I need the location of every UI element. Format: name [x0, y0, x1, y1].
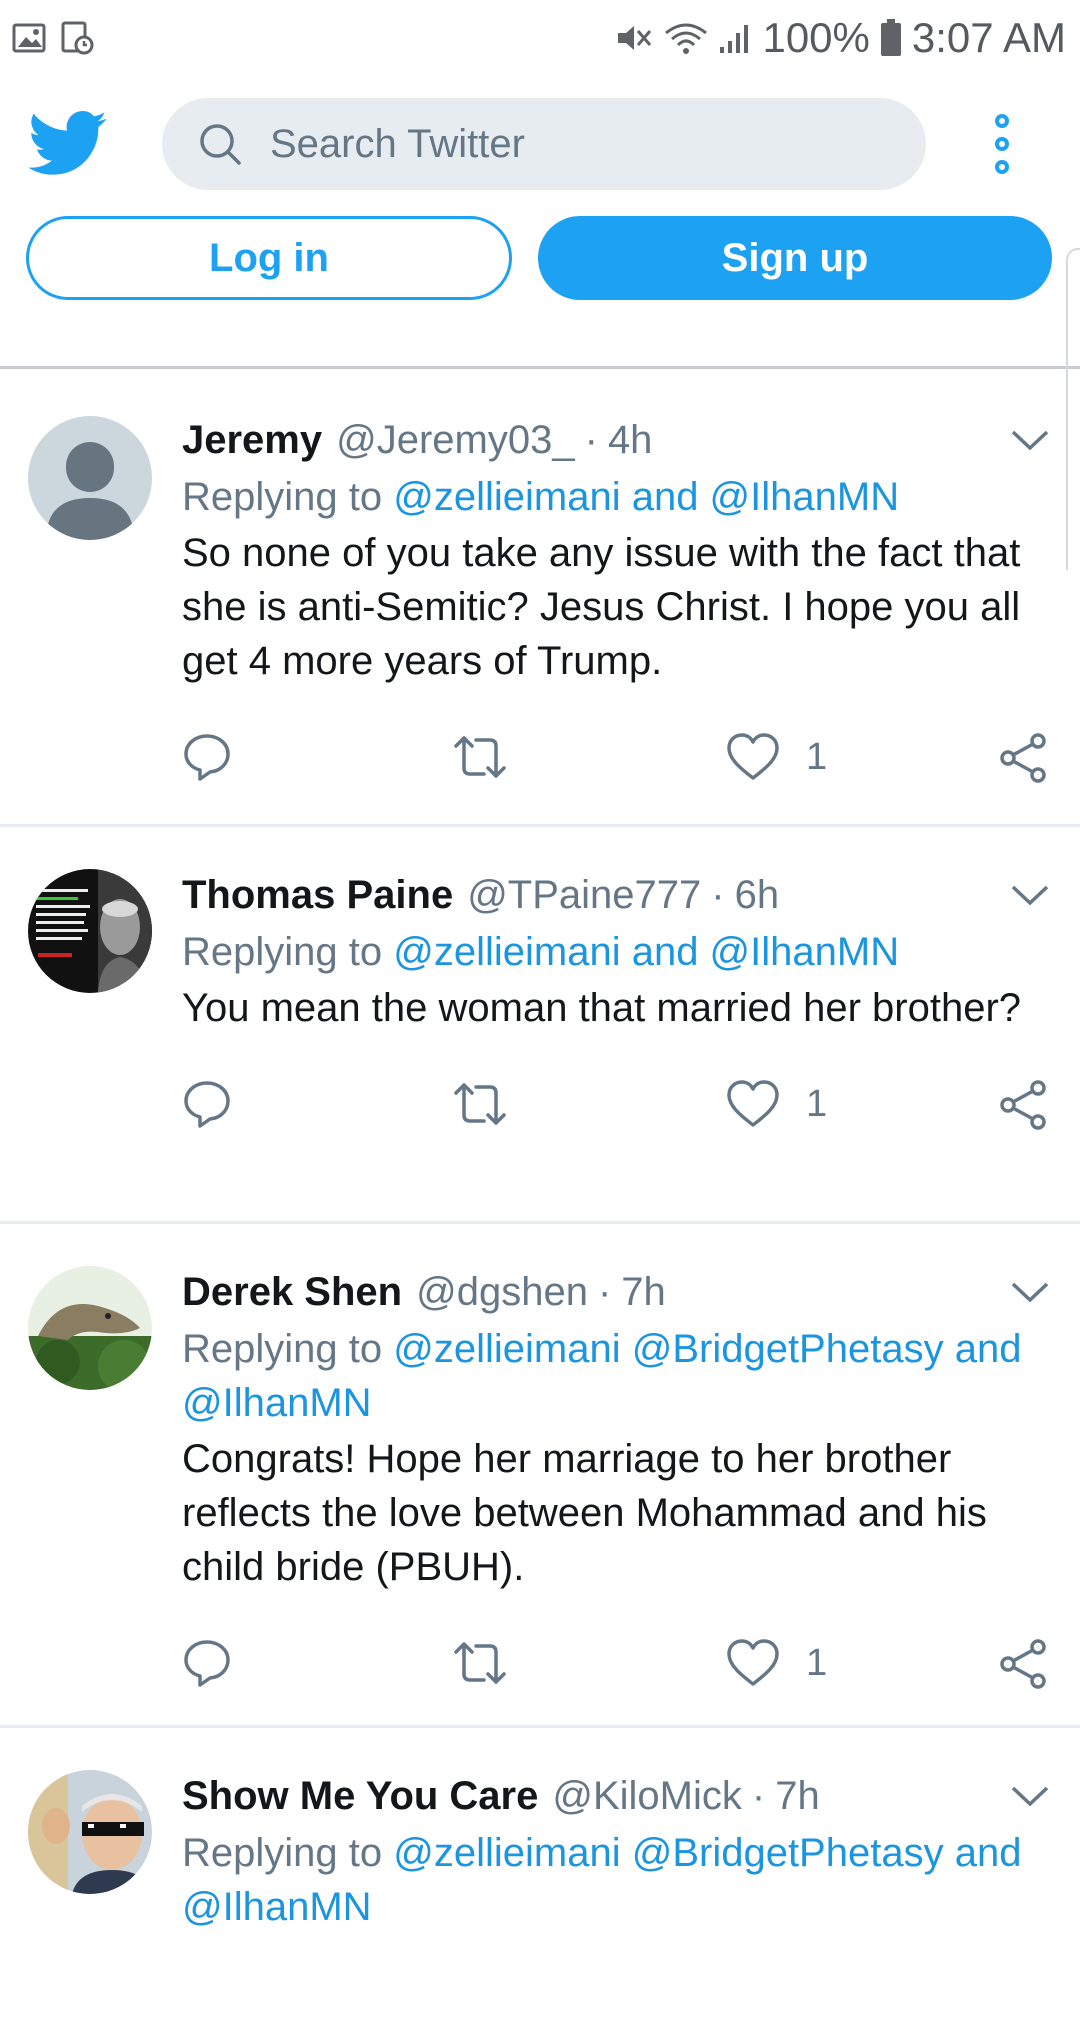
- reply-button[interactable]: [182, 732, 232, 782]
- battery-percent: 100%: [762, 14, 870, 61]
- share-button[interactable]: [998, 732, 1050, 784]
- like-count: 1: [806, 1082, 828, 1125]
- like-count: 1: [806, 1641, 828, 1684]
- status-bar: 100% 3:07 AM: [0, 0, 1080, 76]
- search-box[interactable]: [162, 98, 926, 190]
- header-divider: [0, 366, 1080, 369]
- like-button[interactable]: 1: [726, 1079, 827, 1129]
- avatar[interactable]: [28, 416, 152, 540]
- replying-to: Replying to @zellieimani and @IlhanMN: [182, 470, 1048, 524]
- avatar[interactable]: [28, 1770, 152, 1894]
- retweet-icon: [454, 736, 506, 778]
- reply-icon: [184, 734, 230, 781]
- reply-icon: [184, 1640, 230, 1687]
- heart-icon: [727, 1080, 779, 1127]
- top-bar: [0, 76, 1080, 212]
- tweet-actions: 1: [182, 1594, 1048, 1744]
- author-handle[interactable]: @Jeremy03_: [336, 418, 574, 463]
- replying-to: Replying to @zellieimani and @IlhanMN: [182, 925, 1048, 979]
- replying-to-mentions[interactable]: @zellieimani and @IlhanMN: [393, 930, 899, 974]
- separator-dot: ·: [751, 1773, 766, 1818]
- like-count: 1: [806, 735, 828, 778]
- like-button[interactable]: 1: [726, 1638, 827, 1688]
- wifi-icon: [664, 21, 708, 55]
- retweet-button[interactable]: [452, 732, 508, 782]
- separator-dot: ·: [584, 417, 598, 462]
- retweet-icon: [454, 1083, 506, 1125]
- tweet-actions: 1: [182, 1035, 1048, 1185]
- search-input[interactable]: [268, 120, 872, 168]
- chevron-down-icon[interactable]: [1010, 1784, 1050, 1808]
- replying-to-label: Replying to: [182, 475, 383, 519]
- tweet-time[interactable]: 4h: [608, 418, 653, 463]
- author-name[interactable]: Jeremy: [182, 418, 322, 463]
- author-name[interactable]: Derek Shen: [182, 1270, 402, 1315]
- replying-to-label: Replying to: [182, 930, 383, 974]
- share-button[interactable]: [998, 1638, 1050, 1690]
- heart-icon: [727, 733, 779, 780]
- tweet[interactable]: Derek Shen @dgshen · 7h Replying to @zel…: [0, 1224, 1080, 1728]
- reply-button[interactable]: [182, 1638, 232, 1688]
- signal-icon: [718, 21, 752, 55]
- share-button[interactable]: [998, 1079, 1050, 1131]
- share-icon: [1000, 1080, 1046, 1130]
- battery-icon: [880, 19, 902, 57]
- tweet-time[interactable]: 7h: [775, 1774, 820, 1819]
- twitter-logo-icon[interactable]: [28, 109, 108, 179]
- replying-to-label: Replying to: [182, 1327, 383, 1371]
- like-button[interactable]: 1: [726, 732, 827, 782]
- avatar[interactable]: [28, 1266, 152, 1390]
- tweet-time[interactable]: 7h: [621, 1270, 666, 1315]
- login-button[interactable]: Log in: [26, 216, 512, 300]
- avatar[interactable]: [28, 869, 152, 993]
- chevron-down-icon[interactable]: [1010, 883, 1050, 907]
- retweet-button[interactable]: [452, 1079, 508, 1129]
- clock: 3:07 AM: [911, 14, 1066, 61]
- tweet-text: You mean the woman that married her brot…: [182, 986, 1022, 1030]
- more-menu-icon[interactable]: [990, 114, 1014, 174]
- tweet[interactable]: Thomas Paine @TPaine777 · 6h Replying to…: [0, 827, 1080, 1224]
- author-name[interactable]: Show Me You Care: [182, 1774, 538, 1819]
- tweet-time[interactable]: 6h: [735, 873, 780, 918]
- tweet-text: Congrats! Hope her marriage to her broth…: [182, 1437, 987, 1589]
- tweet-text: So none of you take any issue with the f…: [182, 531, 1021, 683]
- signup-button[interactable]: Sign up: [538, 216, 1052, 300]
- author-handle[interactable]: @dgshen: [416, 1270, 588, 1315]
- separator-dot: ·: [711, 872, 725, 917]
- author-handle[interactable]: @TPaine777: [467, 873, 701, 918]
- author-handle[interactable]: @KiloMick: [552, 1774, 742, 1819]
- share-icon: [1000, 733, 1046, 783]
- share-icon: [1000, 1639, 1046, 1689]
- retweet-icon: [454, 1642, 506, 1684]
- retweet-button[interactable]: [452, 1638, 508, 1688]
- search-icon: [200, 124, 241, 165]
- tweet[interactable]: Jeremy @Jeremy03_ · 4h Replying to @zell…: [0, 372, 1080, 827]
- author-name[interactable]: Thomas Paine: [182, 873, 453, 918]
- heart-icon: [727, 1639, 779, 1686]
- tweet-actions: 1: [182, 688, 1048, 838]
- reply-feed[interactable]: Jeremy @Jeremy03_ · 4h Replying to @zell…: [0, 372, 1080, 2028]
- reply-button[interactable]: [182, 1079, 232, 1129]
- tweet[interactable]: Show Me You Care @KiloMick · 7h Replying…: [0, 1728, 1080, 2028]
- replying-to: Replying to @zellieimani @BridgetPhetasy…: [182, 1826, 1048, 1934]
- reply-icon: [184, 1081, 230, 1128]
- image-notification-icon: [12, 23, 46, 53]
- replying-to-label: Replying to: [182, 1831, 383, 1875]
- chevron-down-icon[interactable]: [1010, 1280, 1050, 1304]
- replying-to: Replying to @zellieimani @BridgetPhetasy…: [182, 1322, 1048, 1430]
- chevron-down-icon[interactable]: [1010, 428, 1050, 452]
- replying-to-mentions[interactable]: @zellieimani and @IlhanMN: [393, 475, 899, 519]
- auth-buttons: Log in Sign up: [0, 216, 1080, 304]
- separator-dot: ·: [597, 1269, 612, 1314]
- mute-icon: [616, 21, 654, 55]
- screenshot-notification-icon: [60, 21, 94, 55]
